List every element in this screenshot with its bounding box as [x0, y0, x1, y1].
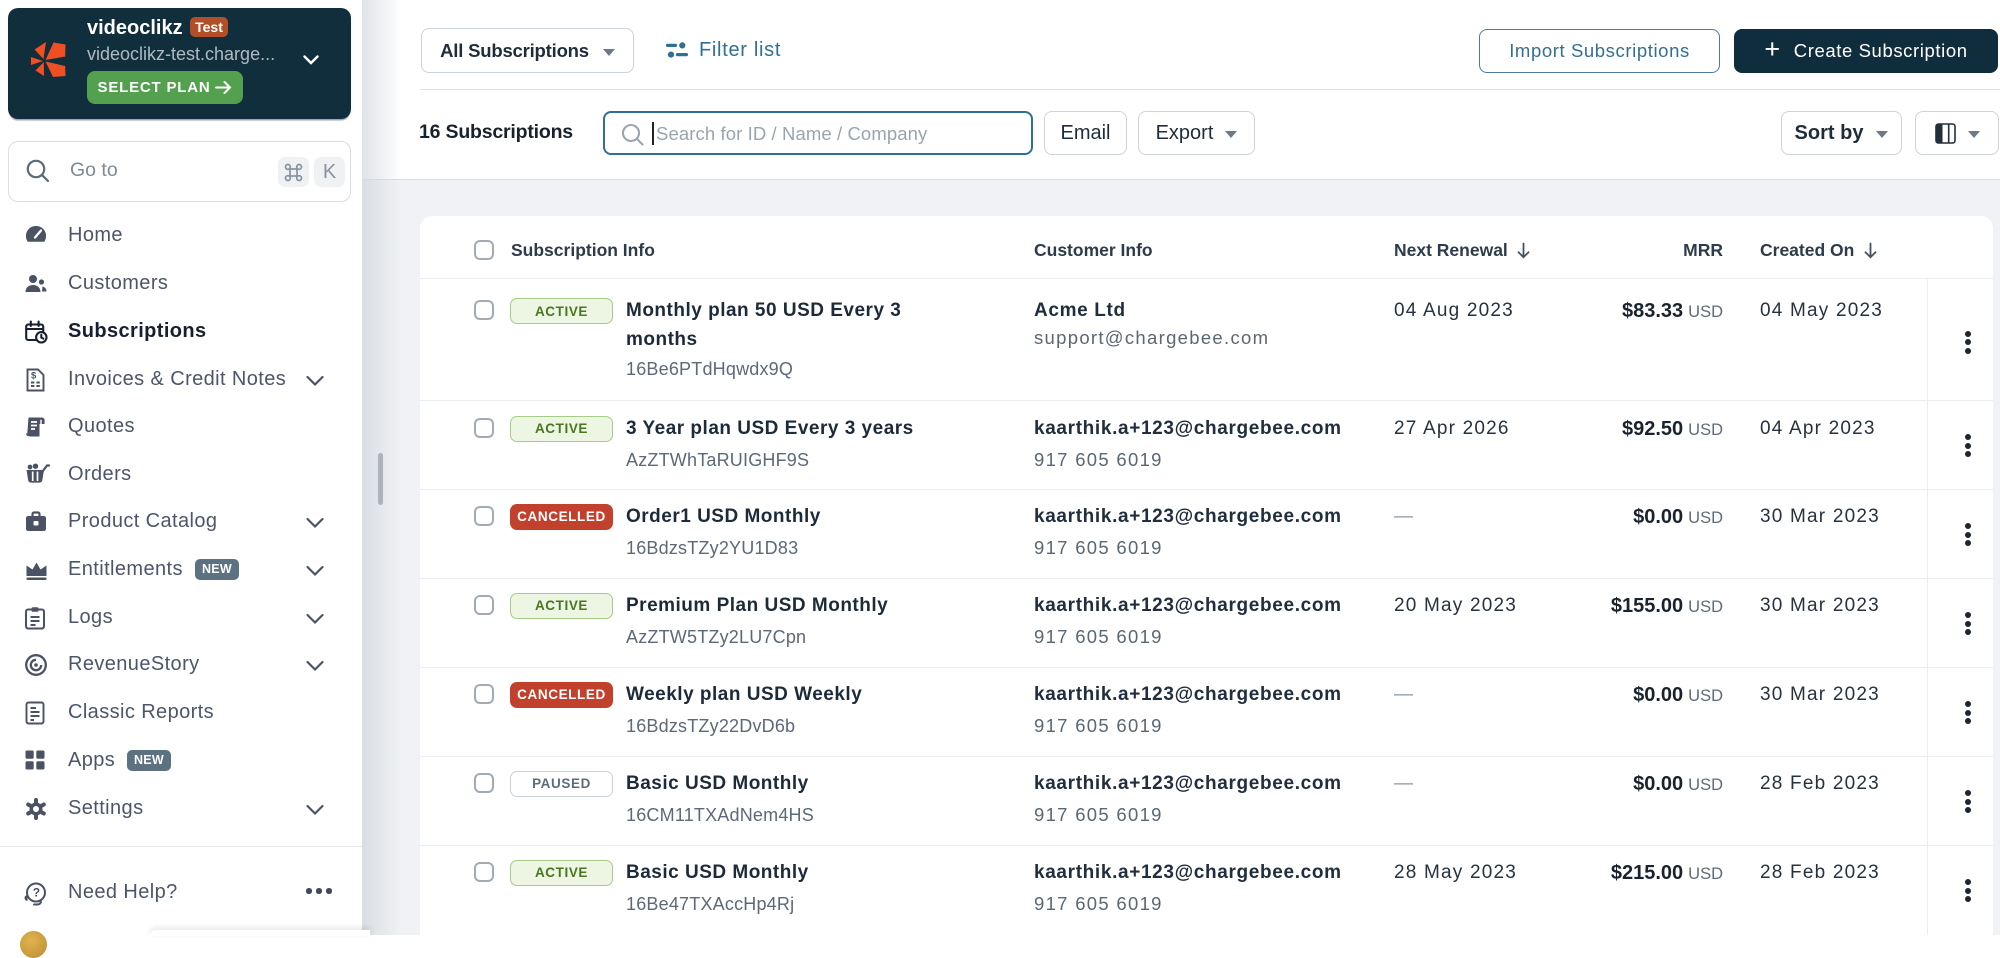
svg-text:$: $ — [31, 370, 37, 381]
svg-text:?: ? — [33, 885, 40, 899]
